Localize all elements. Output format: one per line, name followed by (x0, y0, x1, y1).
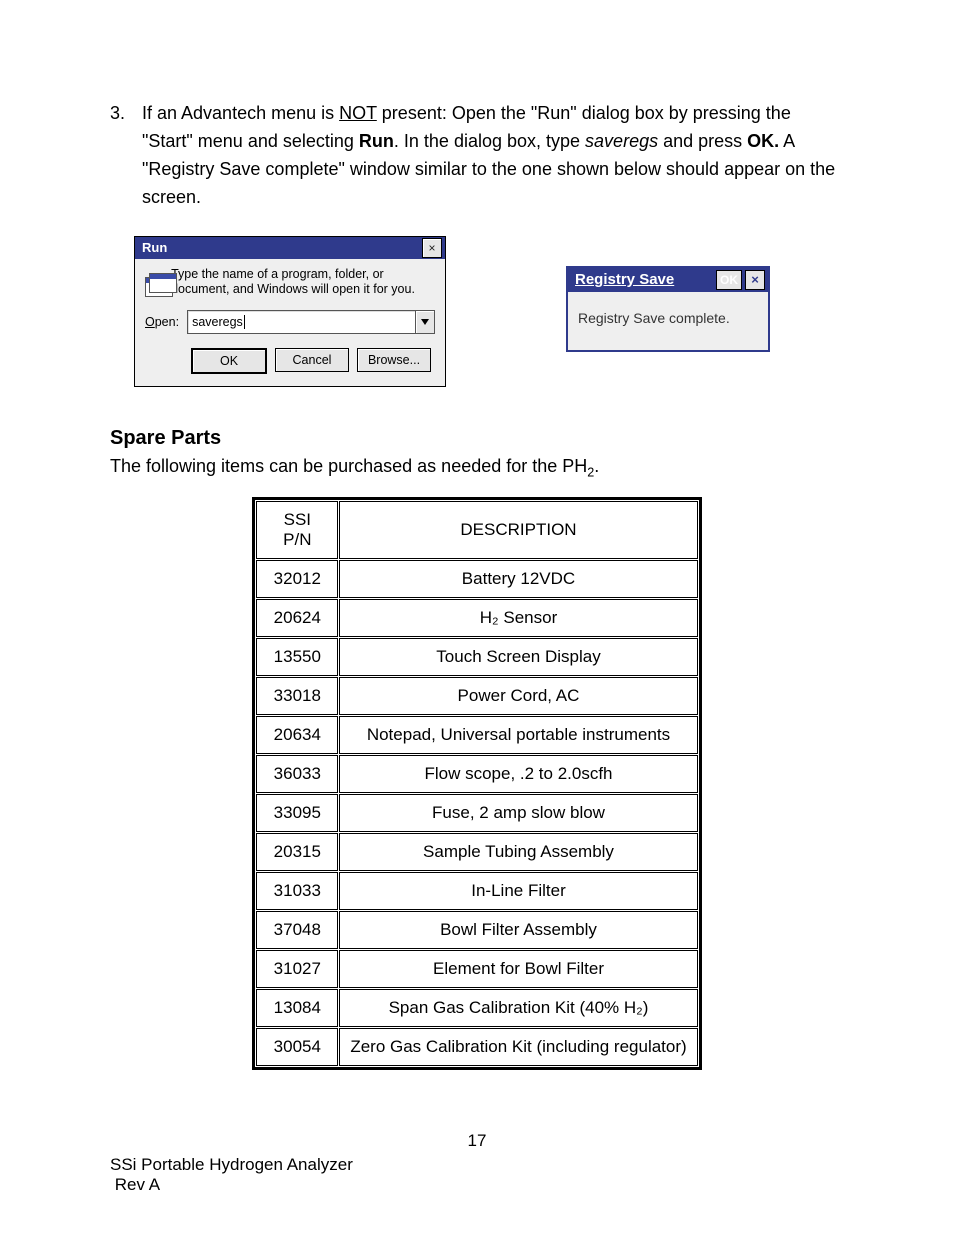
run-dialog-titlebar: Run × (135, 237, 445, 259)
part-description: Element for Bowl Filter (339, 950, 697, 988)
part-number: 36033 (256, 755, 338, 793)
registry-save-dialog: Registry Save OK × Registry Save complet… (566, 266, 770, 352)
table-row: 36033Flow scope, .2 to 2.0scfh (256, 755, 697, 793)
part-number: 33095 (256, 794, 338, 832)
table-row: 31027Element for Bowl Filter (256, 950, 697, 988)
registry-dialog-titlebar: Registry Save OK × (568, 268, 768, 292)
open-combobox[interactable]: saveregs (187, 310, 435, 334)
part-number: 20624 (256, 599, 338, 637)
spare-parts-heading: Spare Parts (110, 427, 844, 450)
part-description: In-Line Filter (339, 872, 697, 910)
run-dialog-message: Type the name of a program, folder, or d… (171, 267, 435, 298)
part-number: 31033 (256, 872, 338, 910)
open-label: Open: (145, 315, 179, 329)
table-row: 20624H₂ Sensor (256, 599, 697, 637)
open-field-value: saveregs (192, 315, 243, 329)
emphasis-not: NOT (339, 103, 377, 123)
part-description: Battery 12VDC (339, 560, 697, 598)
table-row: 13084Span Gas Calibration Kit (40% H₂) (256, 989, 697, 1027)
table-row: 30054Zero Gas Calibration Kit (including… (256, 1028, 697, 1066)
part-description: Flow scope, .2 to 2.0scfh (339, 755, 697, 793)
table-row: 33018Power Cord, AC (256, 677, 697, 715)
part-number: 33018 (256, 677, 338, 715)
part-description: Notepad, Universal portable instruments (339, 716, 697, 754)
table-row: 33095Fuse, 2 amp slow blow (256, 794, 697, 832)
part-number: 32012 (256, 560, 338, 598)
command-text: saveregs (585, 131, 658, 151)
part-number: 20315 (256, 833, 338, 871)
part-number: 30054 (256, 1028, 338, 1066)
ok-button[interactable]: OK (191, 348, 267, 374)
browse-button[interactable]: Browse... (357, 348, 431, 372)
part-number: 13550 (256, 638, 338, 676)
part-description: H₂ Sensor (339, 599, 697, 637)
emphasis-ok: OK. (747, 131, 779, 151)
part-number: 13084 (256, 989, 338, 1027)
cancel-button[interactable]: Cancel (275, 348, 349, 372)
footer-line1: SSi Portable Hydrogen Analyzer (110, 1155, 844, 1175)
part-description: Zero Gas Calibration Kit (including regu… (339, 1028, 697, 1066)
part-description: Power Cord, AC (339, 677, 697, 715)
part-number: 31027 (256, 950, 338, 988)
run-program-icon (145, 273, 161, 295)
step-text: If an Advantech menu is NOT present: Ope… (142, 100, 844, 212)
table-row: 37048Bowl Filter Assembly (256, 911, 697, 949)
part-number: 37048 (256, 911, 338, 949)
part-description: Sample Tubing Assembly (339, 833, 697, 871)
close-icon[interactable]: × (745, 270, 765, 290)
page-footer: 17 SSi Portable Hydrogen Analyzer Rev A (110, 1131, 844, 1195)
registry-dialog-title: Registry Save (571, 271, 674, 288)
part-description: Fuse, 2 amp slow blow (339, 794, 697, 832)
footer-line2: Rev A (110, 1175, 844, 1195)
part-description: Span Gas Calibration Kit (40% H₂) (339, 989, 697, 1027)
table-row: 20315Sample Tubing Assembly (256, 833, 697, 871)
run-dialog: Run × Type the name of a program, folder… (134, 236, 446, 387)
titlebar-ok-button[interactable]: OK (716, 270, 742, 290)
registry-dialog-message: Registry Save complete. (568, 292, 768, 350)
combobox-dropdown-button[interactable] (415, 311, 434, 333)
header-ssi-pn: SSI P/N (256, 501, 338, 559)
close-icon[interactable]: × (422, 238, 442, 258)
header-description: DESCRIPTION (339, 501, 697, 559)
step-number: 3. (110, 100, 128, 212)
table-row: 31033In-Line Filter (256, 872, 697, 910)
spare-parts-table: SSI P/N DESCRIPTION 32012Battery 12VDC20… (252, 497, 701, 1070)
part-description: Touch Screen Display (339, 638, 697, 676)
table-row: 13550Touch Screen Display (256, 638, 697, 676)
text-caret (244, 315, 245, 329)
spare-parts-intro: The following items can be purchased as … (110, 456, 844, 480)
page-number: 17 (110, 1131, 844, 1151)
emphasis-run: Run (359, 131, 394, 151)
part-number: 20634 (256, 716, 338, 754)
table-row: 20634Notepad, Universal portable instrum… (256, 716, 697, 754)
chevron-down-icon (421, 319, 429, 325)
run-dialog-title: Run (138, 240, 167, 255)
part-description: Bowl Filter Assembly (339, 911, 697, 949)
instruction-step: 3. If an Advantech menu is NOT present: … (110, 100, 844, 212)
table-header-row: SSI P/N DESCRIPTION (256, 501, 697, 559)
table-row: 32012Battery 12VDC (256, 560, 697, 598)
